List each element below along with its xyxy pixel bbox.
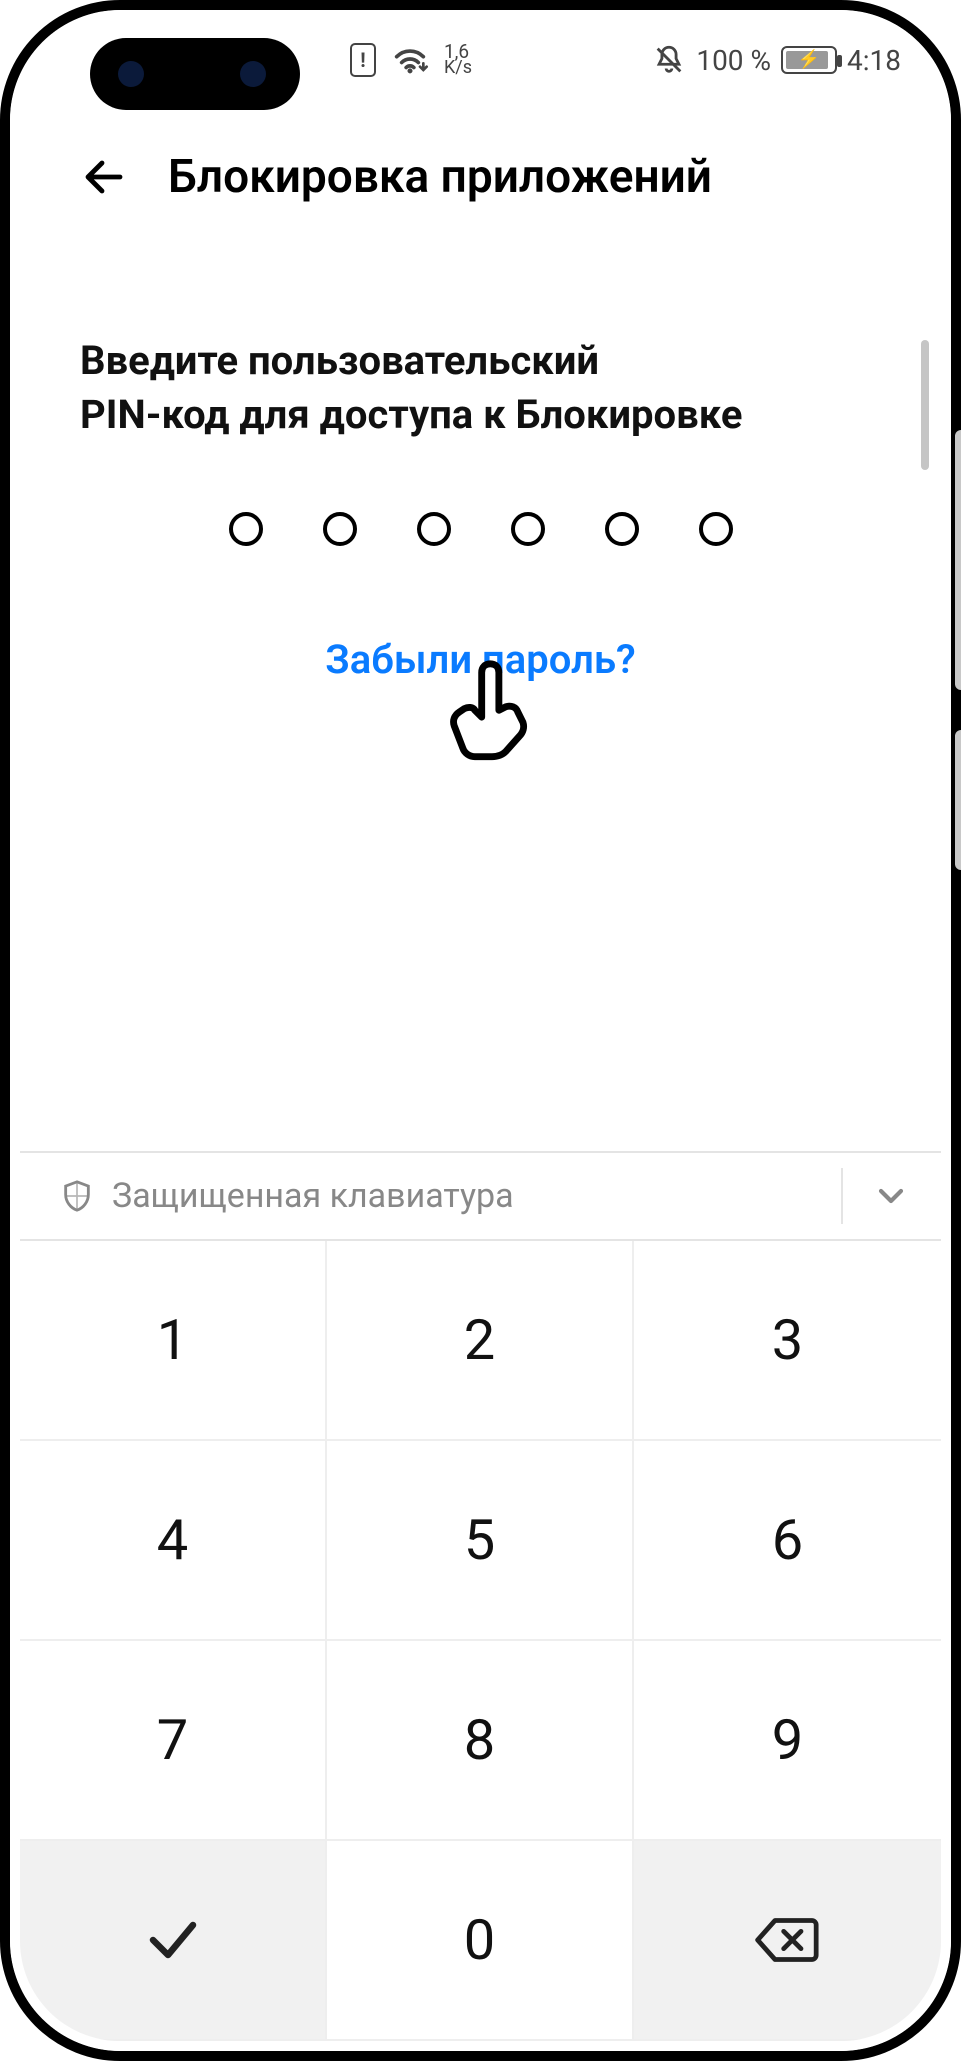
app-header: Блокировка приложений (10, 110, 951, 234)
power-button[interactable] (955, 730, 961, 870)
key-9[interactable]: 9 (634, 1641, 941, 1841)
key-6[interactable]: 6 (634, 1441, 941, 1641)
page-title: Блокировка приложений (168, 150, 712, 204)
pin-prompt-line2: PIN-код для доступа к Блокировке (80, 391, 743, 438)
pin-prompt: Введите пользовательский PIN-код для дос… (80, 334, 881, 442)
screen: ! 1,6 K/s 100 % ⚡ (10, 10, 951, 2051)
key-4[interactable]: 4 (20, 1441, 327, 1641)
back-arrow-icon[interactable] (80, 153, 128, 201)
clock: 4:18 (847, 44, 901, 77)
pin-dot (417, 512, 451, 546)
key-2[interactable]: 2 (327, 1241, 634, 1441)
camera-notch (90, 38, 300, 110)
key-backspace[interactable] (634, 1841, 941, 2041)
pin-dot (229, 512, 263, 546)
key-5[interactable]: 5 (327, 1441, 634, 1641)
sim-alert-icon: ! (350, 43, 376, 77)
pin-dot (511, 512, 545, 546)
battery-percent: 100 % (696, 44, 771, 77)
pin-input[interactable] (80, 512, 881, 546)
key-8[interactable]: 8 (327, 1641, 634, 1841)
keyboard-header: Защищенная клавиатура (20, 1151, 941, 1241)
network-rate: 1,6 K/s (444, 43, 472, 76)
volume-button[interactable] (955, 430, 961, 690)
pin-prompt-line1: Введите пользовательский (80, 337, 599, 384)
keypad: 1 2 3 4 5 6 7 8 9 0 (20, 1241, 941, 2041)
network-rate-unit: K/s (444, 60, 472, 76)
mute-icon (652, 43, 686, 77)
key-3[interactable]: 3 (634, 1241, 941, 1441)
check-icon (143, 1910, 203, 1970)
battery-icon: ⚡ (781, 46, 837, 74)
content-area: Введите пользовательский PIN-код для дос… (10, 234, 951, 683)
status-bar: ! 1,6 K/s 100 % ⚡ (10, 10, 951, 110)
pin-dot (323, 512, 357, 546)
status-right: 100 % ⚡ 4:18 (652, 43, 901, 77)
key-0[interactable]: 0 (327, 1841, 634, 2041)
key-ok[interactable] (20, 1841, 327, 2041)
backspace-icon (752, 1914, 824, 1966)
status-left: ! 1,6 K/s (350, 43, 472, 77)
pin-dot (699, 512, 733, 546)
key-7[interactable]: 7 (20, 1641, 327, 1841)
divider (841, 1168, 843, 1224)
wifi-icon (390, 43, 430, 77)
pointer-hand-icon (437, 654, 547, 794)
chevron-down-icon[interactable] (871, 1176, 911, 1216)
keyboard-secure-label: Защищенная клавиатура (112, 1176, 514, 1216)
key-1[interactable]: 1 (20, 1241, 327, 1441)
shield-icon (60, 1179, 94, 1213)
phone-frame: ! 1,6 K/s 100 % ⚡ (0, 0, 961, 2061)
pin-dot (605, 512, 639, 546)
secure-keyboard: Защищенная клавиатура 1 2 3 4 5 6 7 8 9 … (20, 1151, 941, 2041)
